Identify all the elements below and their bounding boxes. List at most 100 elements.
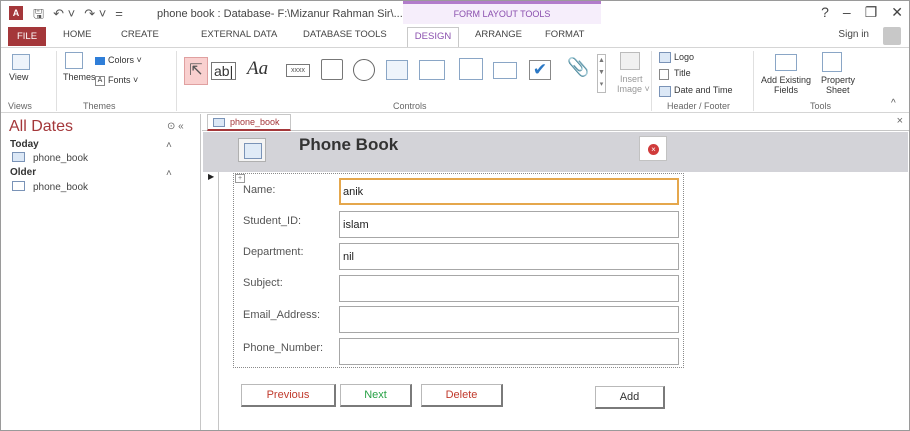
text-box-control[interactable]: ab|	[211, 62, 237, 80]
sign-in-link[interactable]: Sign in	[838, 29, 869, 40]
email-address-field[interactable]	[339, 306, 679, 333]
themes-button[interactable]: Themes	[63, 72, 96, 82]
avatar[interactable]	[883, 27, 901, 45]
ribbon: View Views Themes Colors ˅ A Fonts ˅ The…	[1, 47, 909, 113]
name-field[interactable]: anik	[339, 178, 679, 205]
nav-pane-controls[interactable]: ⊙ «	[167, 121, 184, 132]
label-control[interactable]: Aa	[247, 58, 268, 80]
document-tab-phone-book[interactable]: phone_book	[207, 114, 291, 131]
department-field[interactable]: nil	[339, 243, 679, 270]
tab-home[interactable]: HOME	[63, 29, 92, 40]
customize-qat-icon[interactable]: =	[115, 6, 123, 21]
separator	[176, 51, 177, 111]
colors-button[interactable]: Colors ˅	[108, 55, 142, 65]
redo-icon[interactable]: ↷ ˅	[84, 6, 106, 21]
form-title[interactable]: Phone Book	[299, 135, 398, 155]
fonts-button[interactable]: Fonts ˅	[108, 75, 138, 85]
property-sheet-button-line2[interactable]: Sheet	[826, 85, 850, 95]
form-header: Phone Book ×	[203, 132, 908, 172]
attachment-icon[interactable]: 📎	[567, 57, 589, 78]
date-time-button[interactable]: Date and Time	[674, 85, 733, 95]
button-control[interactable]: xxxx	[286, 64, 310, 77]
hyperlink-icon[interactable]	[353, 59, 375, 81]
chevron-up-icon[interactable]: ˄	[166, 140, 172, 151]
add-existing-fields-icon	[775, 54, 797, 71]
tab-database-tools[interactable]: DATABASE TOOLS	[303, 29, 387, 40]
web-browser-icon[interactable]	[386, 60, 408, 80]
controls-group-label: Controls	[393, 101, 427, 111]
previous-button[interactable]: Previous	[241, 384, 336, 407]
nav-item-label: phone_book	[33, 182, 89, 193]
tab-file[interactable]: FILE	[8, 27, 46, 46]
access-app-icon[interactable]: A	[9, 6, 23, 20]
nav-group-older[interactable]: Older	[10, 167, 36, 178]
next-button[interactable]: Next	[340, 384, 412, 407]
add-existing-fields-button[interactable]: Add Existing	[761, 75, 811, 85]
delete-button[interactable]: Delete	[421, 384, 503, 407]
email-address-label: Email_Address:	[243, 309, 321, 321]
close-document-button[interactable]: ×	[897, 115, 903, 127]
fonts-icon: A	[95, 76, 105, 86]
layout-selector-icon[interactable]: +	[235, 174, 245, 183]
tab-control-icon[interactable]	[321, 59, 343, 80]
table-icon	[12, 181, 25, 191]
navigation-control-icon[interactable]	[419, 60, 445, 80]
combo-box-icon[interactable]	[493, 62, 517, 79]
document-tab-label: phone_book	[230, 117, 280, 127]
insert-image-icon	[620, 52, 640, 70]
window-controls: ? – ❐ ✕	[807, 4, 903, 21]
context-group-label: FORM LAYOUT TOOLS	[403, 1, 601, 24]
close-icon: ×	[648, 144, 659, 155]
property-sheet-button[interactable]: Property	[821, 75, 855, 85]
logo-button[interactable]: Logo	[674, 52, 694, 62]
nav-item-label: phone_book	[33, 153, 89, 164]
name-label: Name:	[243, 184, 276, 196]
property-sheet-icon	[822, 52, 842, 72]
insert-image-button-line2[interactable]: Image ˅	[617, 84, 650, 94]
views-group-label: Views	[8, 101, 32, 111]
tab-create[interactable]: CREATE	[121, 29, 159, 40]
nav-item-phone-book-table[interactable]: phone_book	[12, 181, 88, 193]
view-icon	[12, 54, 30, 70]
title-icon	[659, 69, 669, 80]
check-box-icon[interactable]: ✔	[529, 60, 551, 80]
close-window-button[interactable]: ✕	[891, 4, 903, 20]
close-form-button[interactable]: ×	[639, 136, 667, 161]
save-icon[interactable]: 🖫	[33, 6, 44, 21]
minimize-button[interactable]: –	[843, 4, 851, 20]
record-selector[interactable]: ▶	[203, 172, 219, 430]
window-title: phone book : Database- F:\Mizanur Rahman…	[157, 8, 403, 20]
add-button[interactable]: Add	[595, 386, 665, 409]
add-existing-fields-button-line2[interactable]: Fields	[774, 85, 798, 95]
undo-icon[interactable]: ↶ ˅	[53, 6, 75, 21]
controls-gallery-scroll[interactable]: ▲ ▼ ▾	[597, 54, 606, 93]
ribbon-tabs: FILE HOME CREATE EXTERNAL DATA DATABASE …	[1, 27, 909, 47]
form-icon	[213, 118, 225, 127]
chevron-up-icon[interactable]: ˄	[166, 168, 172, 179]
phone-number-field[interactable]	[339, 338, 679, 365]
nav-group-today[interactable]: Today	[10, 139, 39, 150]
help-button[interactable]: ?	[821, 4, 829, 20]
tab-external-data[interactable]: EXTERNAL DATA	[201, 29, 277, 40]
view-button[interactable]: View	[9, 72, 28, 82]
select-pointer-icon[interactable]: ⇱	[184, 57, 208, 85]
nav-pane-title[interactable]: All Dates	[9, 118, 73, 136]
tab-format[interactable]: FORMAT	[545, 29, 584, 40]
subject-field[interactable]	[339, 275, 679, 302]
collapse-ribbon-button[interactable]: ^	[891, 98, 896, 109]
access-window: A 🖫 ↶ ˅ ↷ ˅ = phone book : Database- F:\Miz…	[0, 0, 910, 431]
navigation-pane: All Dates ⊙ « Today ˄ phone_book Older ˄…	[1, 114, 201, 430]
option-group-icon[interactable]	[459, 58, 483, 80]
student-id-field[interactable]: islam	[339, 211, 679, 238]
document-tab-bar: phone_book ×	[202, 114, 909, 131]
restore-button[interactable]: ❐	[865, 4, 878, 20]
logo-icon	[659, 52, 671, 63]
tab-design[interactable]: DESIGN	[407, 27, 459, 47]
nav-item-phone-book-form[interactable]: phone_book	[12, 152, 88, 164]
department-label: Department:	[243, 246, 304, 258]
title-bar: A 🖫 ↶ ˅ ↷ ˅ = phone book : Database- F:\Miz…	[1, 1, 909, 27]
insert-image-button[interactable]: Insert	[620, 74, 643, 84]
form-logo-icon[interactable]	[238, 138, 266, 162]
tab-arrange[interactable]: ARRANGE	[475, 29, 522, 40]
title-button[interactable]: Title	[674, 68, 691, 78]
